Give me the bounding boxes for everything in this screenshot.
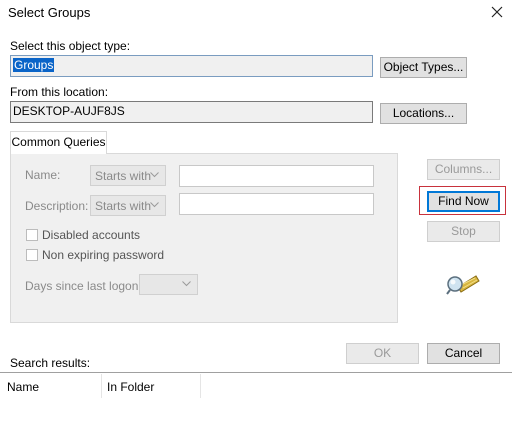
location-label: From this location:	[10, 85, 109, 99]
location-field[interactable]: DESKTOP-AUJF8JS	[10, 101, 373, 123]
stop-button[interactable]: Stop	[427, 221, 500, 242]
non-expiring-checkbox[interactable]	[26, 249, 38, 261]
search-flashlight-icon	[446, 270, 480, 296]
object-type-field[interactable]: Groups	[10, 55, 373, 77]
chevron-down-icon	[182, 281, 191, 287]
name-input[interactable]	[179, 165, 374, 187]
days-since-logon-select[interactable]	[139, 274, 198, 295]
object-types-button[interactable]: Object Types...	[380, 57, 467, 78]
disabled-accounts-label: Disabled accounts	[42, 228, 141, 242]
find-now-button[interactable]: Find Now	[427, 191, 500, 212]
cancel-button[interactable]: Cancel	[427, 343, 500, 364]
disabled-accounts-checkbox[interactable]	[26, 229, 38, 241]
column-header-in-folder[interactable]: In Folder	[107, 380, 154, 394]
window-title: Select Groups	[8, 5, 91, 20]
description-mode-value: Starts with	[95, 199, 152, 213]
name-label: Name:	[25, 168, 61, 182]
chevron-down-icon	[150, 202, 159, 208]
column-divider	[200, 374, 201, 398]
object-type-value: Groups	[13, 58, 55, 72]
description-input[interactable]	[179, 193, 374, 215]
object-type-label: Select this object type:	[10, 39, 131, 53]
search-results-label: Search results:	[10, 356, 91, 370]
column-divider	[101, 374, 102, 398]
description-label: Description:	[25, 199, 89, 213]
close-icon[interactable]	[488, 3, 506, 21]
name-mode-value: Starts with	[95, 169, 152, 183]
locations-button[interactable]: Locations...	[380, 103, 467, 124]
location-value: DESKTOP-AUJF8JS	[13, 104, 125, 118]
description-mode-select[interactable]: Starts with	[90, 195, 166, 216]
columns-button[interactable]: Columns...	[427, 159, 500, 180]
column-header-name[interactable]: Name	[7, 380, 39, 394]
search-results-list[interactable]	[0, 372, 512, 438]
chevron-down-icon	[150, 172, 159, 178]
days-since-logon-label: Days since last logon:	[25, 279, 142, 293]
name-mode-select[interactable]: Starts with	[90, 165, 166, 186]
tab-common-queries[interactable]: Common Queries	[10, 131, 107, 154]
ok-button[interactable]: OK	[346, 343, 419, 364]
non-expiring-label: Non expiring password	[42, 248, 165, 262]
